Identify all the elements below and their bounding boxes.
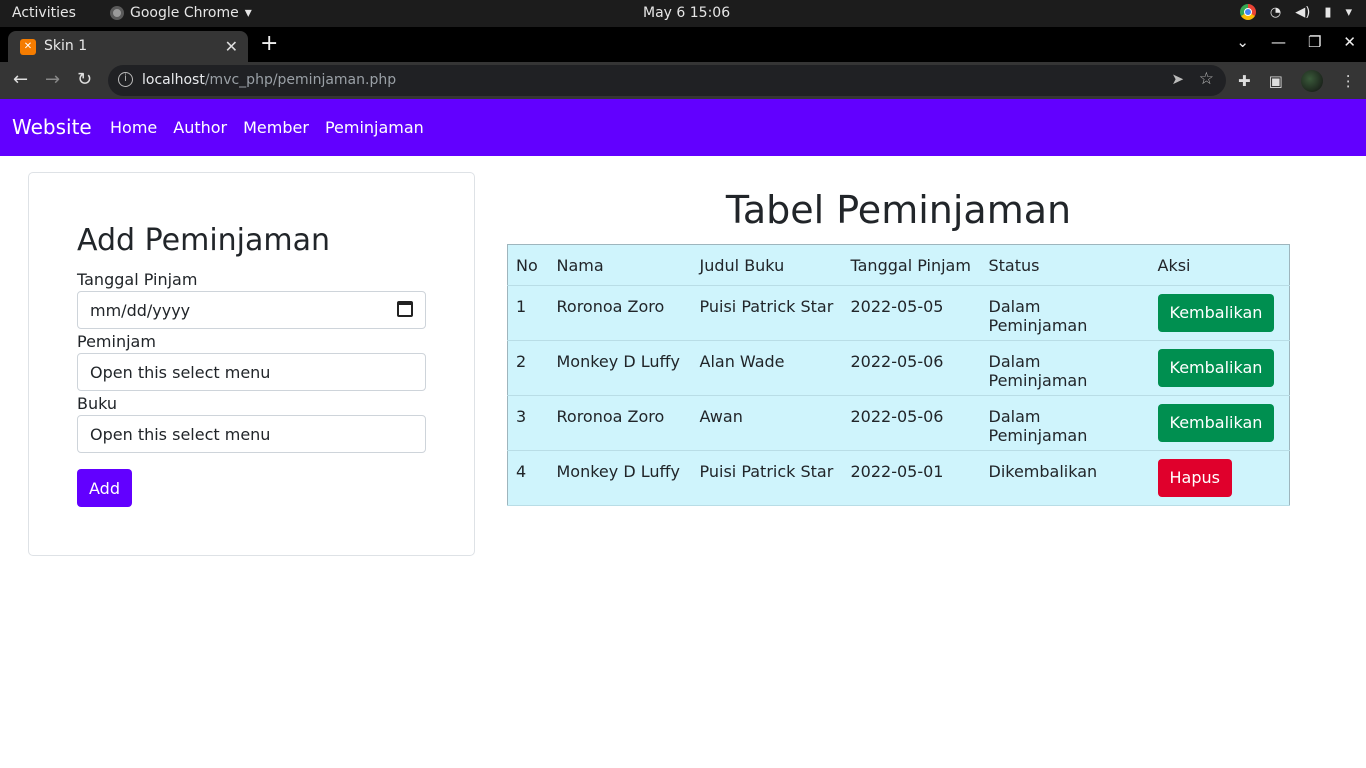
- date-label: Tanggal Pinjam: [77, 270, 198, 289]
- navbar-brand[interactable]: Website: [12, 115, 92, 139]
- cell-nama: Monkey D Luffy: [548, 450, 692, 506]
- close-window-icon[interactable]: ✕: [1343, 33, 1356, 51]
- header-nama: Nama: [548, 244, 692, 286]
- minimize-icon[interactable]: —: [1271, 33, 1286, 51]
- new-tab-icon[interactable]: +: [260, 31, 278, 56]
- tanggal-pinjam-input[interactable]: mm/dd/yyyy: [77, 291, 426, 329]
- cell-judul: Puisi Patrick Star: [691, 450, 843, 506]
- kembalikan-button[interactable]: Kembalikan: [1157, 404, 1275, 442]
- forward-icon[interactable]: →: [45, 69, 60, 90]
- nav-link-home[interactable]: Home: [110, 118, 157, 137]
- form-title: Add Peminjaman: [77, 223, 331, 258]
- url-text[interactable]: localhost/mvc_php/peminjaman.php: [142, 72, 396, 88]
- back-icon[interactable]: ←: [13, 69, 28, 90]
- browser-toolbar: ← → ↻ i localhost/mvc_php/peminjaman.php…: [0, 62, 1366, 99]
- site-navbar: Website Home Author Member Peminjaman: [0, 99, 1366, 156]
- peminjam-select[interactable]: Open this select menu: [77, 353, 426, 391]
- app-menu-label: Google Chrome: [130, 5, 239, 21]
- tab-search-icon[interactable]: ⌄: [1236, 33, 1249, 51]
- volume-icon: ◀): [1295, 4, 1311, 20]
- cell-judul: Alan Wade: [691, 340, 843, 396]
- battery-icon: ▮: [1324, 4, 1332, 20]
- table-row: 2 Monkey D Luffy Alan Wade 2022-05-06 Da…: [507, 340, 1290, 396]
- menu-kebab-icon[interactable]: ⋮: [1341, 72, 1356, 90]
- table-title: Tabel Peminjaman: [725, 188, 1072, 232]
- peminjaman-table: No Nama Judul Buku Tanggal Pinjam Status…: [507, 244, 1290, 506]
- maximize-icon[interactable]: ❐: [1308, 33, 1321, 51]
- cell-nama: Roronoa Zoro: [548, 285, 692, 341]
- chrome-tray-icon[interactable]: [1239, 4, 1256, 20]
- extensions-icon[interactable]: ✚: [1238, 72, 1251, 90]
- header-tanggal-pinjam: Tanggal Pinjam: [842, 244, 981, 286]
- profile-avatar[interactable]: [1300, 70, 1323, 92]
- address-bar[interactable]: i localhost/mvc_php/peminjaman.php ➤ ☆: [108, 65, 1226, 96]
- cell-tanggal: 2022-05-06: [842, 395, 981, 451]
- table-row: 3 Roronoa Zoro Awan 2022-05-06 Dalam Pem…: [507, 395, 1290, 451]
- cell-aksi: Kembalikan: [1149, 285, 1290, 341]
- tab-title: Skin 1: [44, 38, 88, 54]
- nav-link-peminjaman[interactable]: Peminjaman: [325, 118, 424, 137]
- navbar-links: Home Author Member Peminjaman: [110, 118, 424, 137]
- cell-tanggal: 2022-05-01: [842, 450, 981, 506]
- header-judul-buku: Judul Buku: [691, 244, 843, 286]
- cell-no: 3: [507, 395, 549, 451]
- window-controls: ⌄ — ❐ ✕: [1236, 33, 1356, 51]
- side-panel-icon[interactable]: ▣: [1269, 72, 1283, 90]
- system-top-bar: Activities Google Chrome ▾ May 6 15:06 ◔…: [0, 0, 1366, 27]
- cell-tanggal: 2022-05-05: [842, 285, 981, 341]
- peminjam-select-value: Open this select menu: [90, 363, 271, 382]
- buku-label: Buku: [77, 394, 118, 413]
- send-icon[interactable]: ➤: [1171, 70, 1184, 88]
- cell-status: Dikembalikan: [980, 450, 1150, 506]
- cell-status: Dalam Peminjaman: [980, 395, 1150, 451]
- buku-select-value: Open this select menu: [90, 425, 271, 444]
- calendar-icon[interactable]: [397, 301, 413, 317]
- table-row: 1 Roronoa Zoro Puisi Patrick Star 2022-0…: [507, 285, 1290, 341]
- system-tray[interactable]: ◔ ◀) ▮ ▾: [1239, 4, 1352, 20]
- site-info-icon[interactable]: i: [118, 72, 133, 87]
- add-peminjaman-card: Add Peminjaman Tanggal Pinjam mm/dd/yyyy…: [28, 172, 475, 556]
- close-tab-icon[interactable]: ✕: [225, 37, 238, 56]
- cell-judul: Awan: [691, 395, 843, 451]
- cell-nama: Monkey D Luffy: [548, 340, 692, 396]
- header-aksi: Aksi: [1149, 244, 1290, 286]
- cell-aksi: Kembalikan: [1149, 340, 1290, 396]
- clock[interactable]: May 6 15:06: [643, 5, 730, 21]
- header-no: No: [507, 244, 549, 286]
- cell-status: Dalam Peminjaman: [980, 285, 1150, 341]
- browser-tab[interactable]: ✕ Skin 1 ✕: [8, 31, 248, 62]
- nav-link-author[interactable]: Author: [173, 118, 227, 137]
- cell-judul: Puisi Patrick Star: [691, 285, 843, 341]
- reload-icon[interactable]: ↻: [77, 69, 92, 90]
- caret-down-icon: ▾: [244, 5, 252, 21]
- activities-button[interactable]: Activities: [12, 5, 76, 21]
- cell-status: Dalam Peminjaman: [980, 340, 1150, 396]
- hapus-button[interactable]: Hapus: [1157, 459, 1232, 497]
- peminjam-label: Peminjam: [77, 332, 156, 351]
- kembalikan-button[interactable]: Kembalikan: [1157, 349, 1275, 387]
- cell-no: 2: [507, 340, 549, 396]
- app-menu[interactable]: Google Chrome ▾: [110, 5, 252, 21]
- kembalikan-button[interactable]: Kembalikan: [1157, 294, 1275, 332]
- table-header-row: No Nama Judul Buku Tanggal Pinjam Status…: [507, 244, 1290, 286]
- caret-down-icon: ▾: [1345, 4, 1352, 20]
- nav-link-member[interactable]: Member: [243, 118, 309, 137]
- add-button[interactable]: Add: [77, 469, 132, 507]
- table-row: 4 Monkey D Luffy Puisi Patrick Star 2022…: [507, 450, 1290, 506]
- cell-no: 1: [507, 285, 549, 341]
- chrome-icon: [110, 6, 124, 20]
- cell-nama: Roronoa Zoro: [548, 395, 692, 451]
- header-status: Status: [980, 244, 1150, 286]
- wifi-icon: ◔: [1269, 4, 1282, 20]
- cell-no: 4: [507, 450, 549, 506]
- buku-select[interactable]: Open this select menu: [77, 415, 426, 453]
- bookmark-star-icon[interactable]: ☆: [1199, 69, 1214, 89]
- tab-strip: ✕ Skin 1 ✕ + ⌄ — ❐ ✕: [0, 27, 1366, 62]
- toolbar-actions: ✚ ▣ ⋮: [1238, 70, 1356, 92]
- date-placeholder: mm/dd/yyyy: [90, 301, 191, 320]
- xampp-favicon-icon: ✕: [20, 39, 36, 55]
- cell-aksi: Kembalikan: [1149, 395, 1290, 451]
- cell-aksi: Hapus: [1149, 450, 1290, 506]
- cell-tanggal: 2022-05-06: [842, 340, 981, 396]
